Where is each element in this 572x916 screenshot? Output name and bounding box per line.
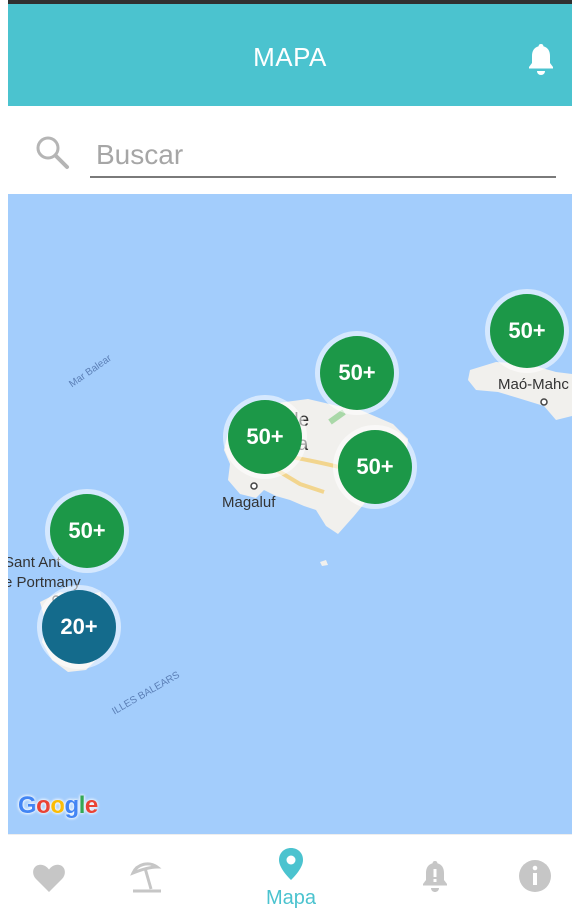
map-cluster-marker[interactable]: 50+ xyxy=(338,430,412,504)
app-header: MAPA xyxy=(8,4,572,106)
cluster-count: 50+ xyxy=(246,424,284,449)
nav-item-map[interactable]: Mapa xyxy=(256,835,326,916)
place-label-mao: Maó-Mahc xyxy=(498,376,569,393)
nav-item-info[interactable] xyxy=(500,835,570,916)
place-label-sant-antoni-2: e Portmany xyxy=(8,574,81,591)
map-cluster-marker[interactable]: 50+ xyxy=(490,294,564,368)
map-cluster-marker[interactable]: 50+ xyxy=(320,336,394,410)
bell-alert-icon xyxy=(423,861,447,892)
map-pin-icon xyxy=(279,848,303,880)
nav-item-beaches[interactable] xyxy=(112,835,182,916)
nav-item-alerts[interactable] xyxy=(400,835,470,916)
cluster-count: 50+ xyxy=(508,318,546,343)
map-cluster-marker[interactable]: 20+ xyxy=(42,590,116,664)
map-cluster-marker[interactable]: 50+ xyxy=(50,494,124,568)
cluster-count: 50+ xyxy=(356,454,394,479)
page-title: MAPA xyxy=(253,42,327,72)
bell-icon[interactable] xyxy=(526,42,556,76)
cluster-count: 50+ xyxy=(338,360,376,385)
search-icon xyxy=(36,136,69,169)
place-label-magaluf: Magaluf xyxy=(222,494,276,511)
info-icon xyxy=(519,860,551,892)
search-input[interactable] xyxy=(90,134,556,178)
cluster-count: 50+ xyxy=(68,518,106,543)
map-cluster-marker[interactable]: 50+ xyxy=(228,400,302,474)
beach-umbrella-icon xyxy=(130,862,162,893)
app-frame: MAPA de xyxy=(8,0,572,916)
heart-icon xyxy=(33,864,65,892)
google-logo: Google xyxy=(18,792,98,819)
cluster-count: 20+ xyxy=(60,614,98,639)
bottom-navigation: Mapa xyxy=(8,834,572,916)
nav-item-label: Mapa xyxy=(265,887,317,909)
nav-item-favorites[interactable] xyxy=(14,835,84,916)
place-label-sant-antoni-1: Sant Ant xyxy=(8,554,61,571)
search-bar xyxy=(8,106,572,194)
map-view[interactable]: de ca Magaluf Maó-Mahc Sant Ant e Portma… xyxy=(8,194,572,834)
